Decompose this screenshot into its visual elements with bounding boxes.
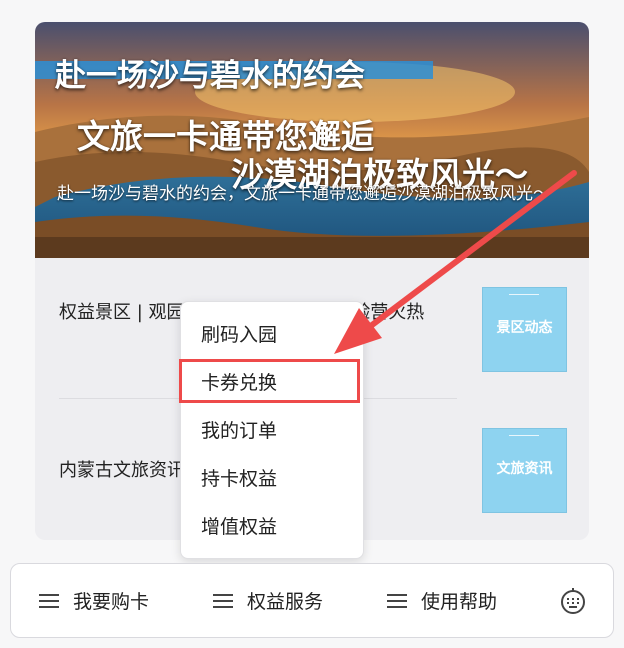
highlight-box <box>179 359 360 403</box>
menu-item-label: 增值权益 <box>201 516 278 538</box>
popup-menu: 刷码入园 卡券兑换 我的订单 持卡权益 增值权益 <box>180 301 364 559</box>
tab-label: 我要购卡 <box>73 591 150 613</box>
menu-item-scan-entry[interactable]: 刷码入园 <box>181 312 363 358</box>
tab-label: 权益服务 <box>247 591 324 613</box>
menu-item-card-benefits[interactable]: 持卡权益 <box>181 456 363 502</box>
logo-icon <box>509 294 539 300</box>
thumbnail-label: 景区动态 <box>496 320 553 336</box>
menu-item-value-added-benefits[interactable]: 增值权益 <box>181 504 363 550</box>
menu-item-label: 刷码入园 <box>201 324 278 346</box>
tab-usage-help[interactable]: 使用帮助 <box>387 564 497 637</box>
menu-item-label: 我的订单 <box>201 420 278 442</box>
menu-icon <box>387 593 407 608</box>
menu-item-label: 持卡权益 <box>201 468 278 490</box>
banner-description: 赴一场沙与碧水的约会，文旅一卡通带您邂逅沙漠湖泊极致风光～ <box>57 184 550 204</box>
keyboard-icon[interactable] <box>559 587 587 615</box>
thumbnail-label: 文旅资讯 <box>496 461 553 477</box>
list-item-thumbnail[interactable]: 文旅资讯 <box>482 428 567 513</box>
bottom-nav: 我要购卡 权益服务 使用帮助 <box>10 563 614 638</box>
tab-label: 使用帮助 <box>421 591 498 613</box>
menu-icon <box>213 593 233 608</box>
menu-icon <box>39 593 59 608</box>
tab-buy-card[interactable]: 我要购卡 <box>39 564 149 637</box>
list-item-thumbnail[interactable]: 景区动态 <box>482 287 567 372</box>
tab-benefit-services[interactable]: 权益服务 <box>213 564 323 637</box>
menu-item-my-orders[interactable]: 我的订单 <box>181 408 363 454</box>
banner-headline: 赴一场沙与碧水的约会 <box>55 58 365 94</box>
banner[interactable]: 赴一场沙与碧水的约会 文旅一卡通带您邂逅 沙漠湖泊极致风光～ 赴一场沙与碧水的约… <box>35 22 589 258</box>
logo-icon <box>509 435 539 441</box>
